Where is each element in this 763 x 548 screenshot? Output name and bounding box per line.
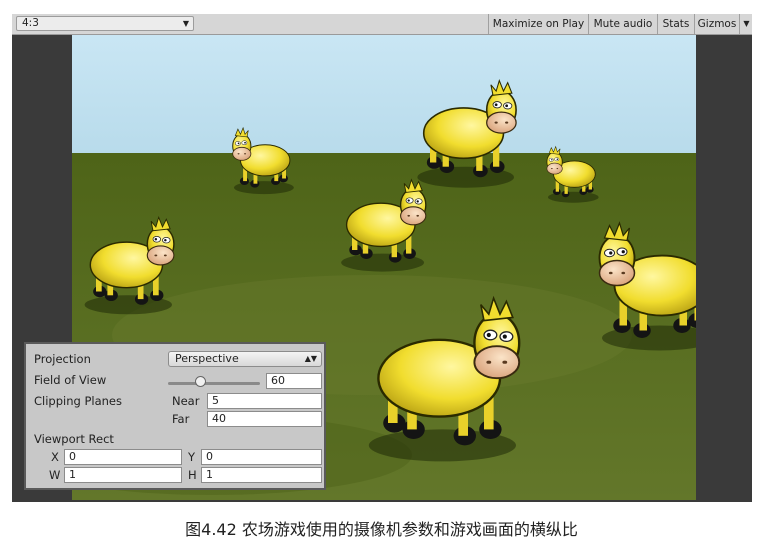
viewport-w-label: W — [49, 468, 61, 482]
chevron-down-icon: ▼ — [182, 19, 189, 28]
figure-caption: 图4.42 农场游戏使用的摄像机参数和游戏画面的横纵比 — [185, 520, 578, 539]
viewport-h-label: H — [188, 468, 197, 482]
projection-value: Perspective — [175, 352, 239, 365]
viewport-x-input[interactable]: 0 — [64, 449, 182, 465]
viewport-y-input[interactable]: 0 — [201, 449, 322, 465]
gizmos-button[interactable]: Gizmos — [694, 14, 739, 34]
viewport-x-label: X — [51, 450, 59, 464]
field-of-view-slider[interactable] — [168, 382, 260, 385]
clipping-planes-label: Clipping Planes — [34, 394, 122, 408]
game-view-toolbar: 4:3 ▼ Maximize on Play Mute audio Stats … — [12, 14, 752, 35]
field-of-view-label: Field of View — [34, 373, 107, 387]
near-input[interactable]: 5 — [207, 393, 322, 409]
far-input[interactable]: 40 — [207, 411, 322, 427]
viewport-y-label: Y — [188, 450, 196, 464]
stats-button[interactable]: Stats — [657, 14, 694, 34]
field-of-view-slider-thumb[interactable] — [194, 376, 206, 387]
aspect-ratio-label: 4:3 — [22, 17, 39, 29]
projection-label: Projection — [34, 352, 91, 366]
gizmos-dropdown-arrow-icon[interactable]: ▼ — [739, 14, 753, 34]
maximize-on-play-button[interactable]: Maximize on Play — [488, 14, 588, 34]
viewport-h-input[interactable]: 1 — [201, 467, 322, 483]
mute-audio-button[interactable]: Mute audio — [588, 14, 657, 34]
updown-arrows-icon: ▲▼ — [304, 354, 317, 363]
camera-inspector-panel: Projection Perspective ▲▼ Field of View … — [24, 342, 326, 490]
viewport-w-input[interactable]: 1 — [64, 467, 182, 483]
projection-dropdown[interactable]: Perspective ▲▼ — [168, 351, 322, 367]
field-of-view-input[interactable]: 60 — [266, 373, 322, 389]
viewport-rect-label: Viewport Rect — [34, 432, 114, 446]
aspect-ratio-dropdown[interactable]: 4:3 ▼ — [16, 16, 194, 31]
near-label: Near — [172, 394, 200, 408]
far-label: Far — [172, 412, 190, 426]
